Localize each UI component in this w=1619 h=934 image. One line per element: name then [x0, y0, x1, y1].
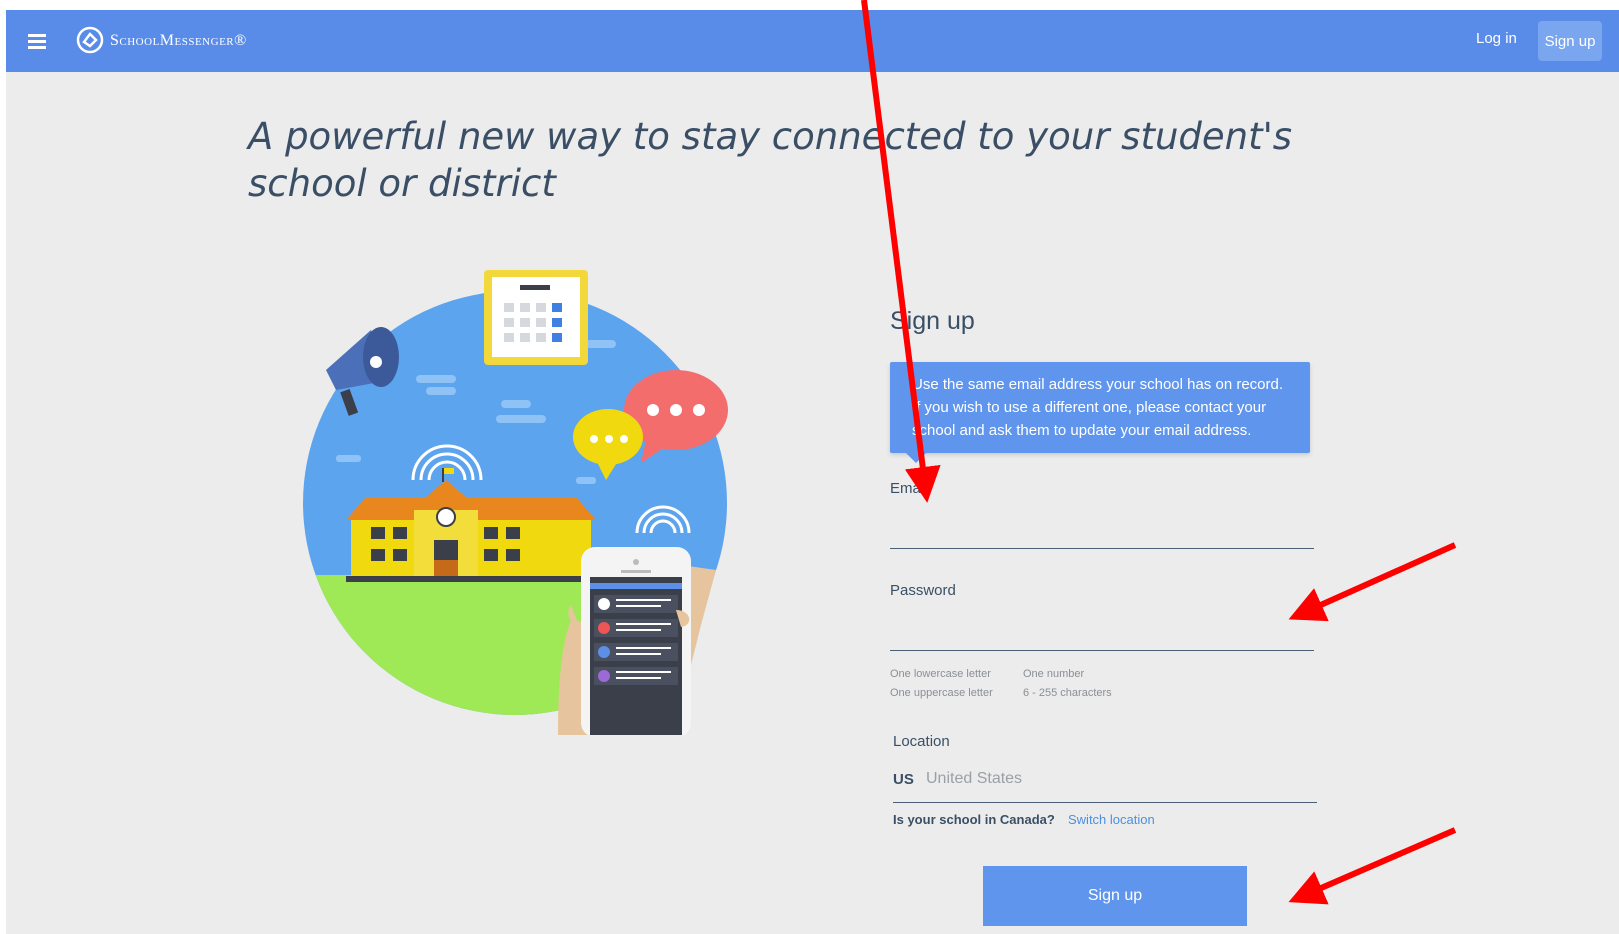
- top-navbar: SchoolMessenger® Log in Sign up: [6, 10, 1619, 72]
- brand-name: SchoolMessenger®: [110, 32, 247, 49]
- password-underline: [890, 650, 1314, 651]
- location-underline: [893, 802, 1317, 803]
- password-rule: One number: [1023, 668, 1085, 680]
- email-field[interactable]: [890, 510, 1318, 542]
- password-rule: One uppercase letter: [890, 687, 993, 699]
- location-country-code: US: [893, 771, 914, 788]
- signup-submit-button[interactable]: Sign up: [983, 866, 1247, 926]
- school-communication-illustration: [303, 270, 728, 735]
- password-field[interactable]: [890, 612, 1318, 644]
- email-underline: [890, 548, 1314, 549]
- location-label: Location: [893, 733, 950, 750]
- switch-location-link[interactable]: Switch location: [1068, 812, 1155, 827]
- password-label: Password: [890, 582, 956, 599]
- login-link[interactable]: Log in: [1476, 30, 1517, 47]
- hamburger-menu-icon[interactable]: [28, 34, 46, 49]
- signup-nav-button[interactable]: Sign up: [1538, 21, 1602, 61]
- password-rule: 6 - 255 characters: [1023, 687, 1112, 699]
- page-frame: SchoolMessenger® Log in Sign up A powerf…: [6, 10, 1619, 934]
- canada-question: Is your school in Canada?: [893, 812, 1055, 827]
- signup-form-title: Sign up: [890, 307, 975, 335]
- password-rule: One lowercase letter: [890, 668, 991, 680]
- page-headline: A powerful new way to stay connected to …: [248, 115, 1293, 205]
- email-info-tooltip: Use the same email address your school h…: [890, 362, 1310, 463]
- schoolmessenger-logo-icon: [76, 26, 104, 54]
- location-field[interactable]: United States: [926, 770, 1022, 788]
- email-label: Email: [890, 480, 928, 497]
